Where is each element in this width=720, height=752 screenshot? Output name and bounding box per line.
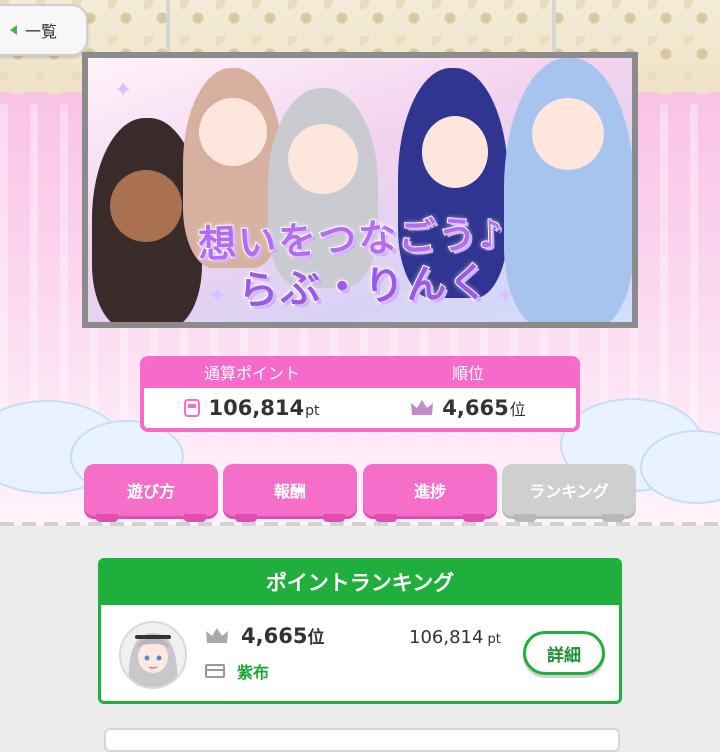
sparkle-icon: ✦ bbox=[114, 78, 133, 103]
player-rank-value: 4,665 bbox=[241, 624, 308, 648]
rank-value: 4,665 bbox=[442, 396, 509, 420]
event-title-line2: らぶ・りんく bbox=[236, 259, 491, 316]
detail-button[interactable]: 詳細 bbox=[523, 631, 605, 675]
points-rank-summary: 通算ポイント 順位 106,814pt 4,665位 bbox=[140, 356, 580, 432]
crown-icon bbox=[206, 627, 228, 643]
section-divider bbox=[0, 522, 720, 526]
rank-header: 順位 bbox=[451, 364, 484, 383]
sparkle-icon: ✦ bbox=[496, 284, 515, 309]
back-arrow-icon bbox=[10, 25, 17, 35]
summary-header: 通算ポイント 順位 bbox=[144, 360, 576, 388]
player-name-row: 紫布 bbox=[205, 659, 269, 683]
player-points: 106,814 pt bbox=[409, 627, 501, 648]
train-icon bbox=[184, 399, 201, 417]
player-rank-unit: 位 bbox=[307, 628, 325, 648]
player-rank: 4,665位 bbox=[205, 623, 324, 648]
summary-body: 106,814pt 4,665位 bbox=[144, 388, 576, 428]
tab-label: 進捗 bbox=[413, 482, 446, 501]
ranking-card-title: ポイントランキング bbox=[101, 561, 619, 605]
sparkle-icon: ✦ bbox=[208, 284, 227, 309]
total-points-unit: pt bbox=[305, 403, 320, 419]
rank-unit: 位 bbox=[509, 400, 526, 419]
total-points-header: 通算ポイント bbox=[203, 364, 300, 383]
tab-label: 報酬 bbox=[273, 482, 306, 501]
player-points-value: 106,814 bbox=[409, 627, 484, 648]
avatar-portrait bbox=[121, 623, 185, 687]
back-to-list-button[interactable]: 一覧 bbox=[0, 4, 88, 56]
tab-ranking[interactable]: ランキング bbox=[502, 464, 636, 522]
event-banner-art: ✦ ✦ ✦ 想いをつなごう♪ らぶ・りんく bbox=[88, 58, 632, 322]
tab-progress[interactable]: 進捗 bbox=[363, 464, 497, 522]
total-points-value: 106,814 bbox=[208, 396, 305, 420]
tab-label: ランキング bbox=[529, 482, 609, 501]
event-banner: ✦ ✦ ✦ 想いをつなごう♪ らぶ・りんく bbox=[82, 52, 638, 328]
tab-label: 遊び方 bbox=[126, 482, 175, 501]
next-card-edge bbox=[104, 728, 620, 752]
rank-cell: 4,665位 bbox=[360, 388, 576, 428]
tab-how-to-play[interactable]: 遊び方 bbox=[84, 464, 218, 522]
avatar bbox=[119, 621, 187, 689]
tab-rewards[interactable]: 報酬 bbox=[223, 464, 357, 522]
player-name: 紫布 bbox=[237, 663, 270, 682]
crown-icon bbox=[411, 400, 434, 415]
card-icon bbox=[205, 664, 225, 678]
point-ranking-card: ポイントランキング 4,665位 106,814 pt 紫布 詳細 bbox=[98, 558, 622, 704]
total-points-cell: 106,814pt bbox=[144, 388, 360, 428]
player-points-unit: pt bbox=[487, 632, 501, 647]
character-illustration bbox=[504, 58, 632, 322]
back-label: 一覧 bbox=[25, 22, 58, 41]
